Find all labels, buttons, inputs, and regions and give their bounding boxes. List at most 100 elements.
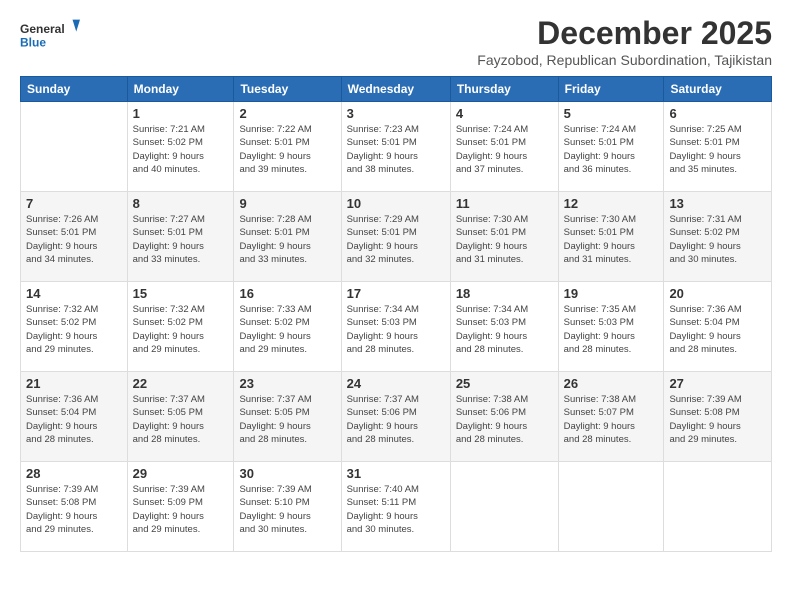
day-info: Sunrise: 7:36 AM Sunset: 5:04 PM Dayligh…	[669, 303, 766, 356]
day-number: 25	[456, 376, 553, 391]
day-cell: 31Sunrise: 7:40 AM Sunset: 5:11 PM Dayli…	[341, 462, 450, 552]
day-info: Sunrise: 7:21 AM Sunset: 5:02 PM Dayligh…	[133, 123, 229, 176]
day-cell	[450, 462, 558, 552]
page: General Blue December 2025 Fayzobod, Rep…	[0, 0, 792, 612]
day-number: 15	[133, 286, 229, 301]
day-info: Sunrise: 7:39 AM Sunset: 5:08 PM Dayligh…	[26, 483, 122, 536]
subtitle: Fayzobod, Republican Subordination, Taji…	[477, 52, 772, 68]
day-number: 26	[564, 376, 659, 391]
day-number: 19	[564, 286, 659, 301]
day-number: 12	[564, 196, 659, 211]
day-info: Sunrise: 7:39 AM Sunset: 5:10 PM Dayligh…	[239, 483, 335, 536]
day-info: Sunrise: 7:32 AM Sunset: 5:02 PM Dayligh…	[133, 303, 229, 356]
day-info: Sunrise: 7:22 AM Sunset: 5:01 PM Dayligh…	[239, 123, 335, 176]
day-info: Sunrise: 7:37 AM Sunset: 5:05 PM Dayligh…	[239, 393, 335, 446]
day-info: Sunrise: 7:33 AM Sunset: 5:02 PM Dayligh…	[239, 303, 335, 356]
weekday-header-wednesday: Wednesday	[341, 77, 450, 102]
weekday-header-monday: Monday	[127, 77, 234, 102]
day-cell: 4 Sunrise: 7:24 AM Sunset: 5:01 PM Daylig…	[450, 102, 558, 192]
day-cell: 25 Sunrise: 7:38 AM Sunset: 5:06 PM Dayli…	[450, 372, 558, 462]
day-cell	[558, 462, 664, 552]
svg-text:General: General	[20, 22, 65, 36]
day-number: 30	[239, 466, 335, 481]
day-cell: 22 Sunrise: 7:37 AM Sunset: 5:05 PM Dayli…	[127, 372, 234, 462]
week-row-2: 7 Sunrise: 7:26 AM Sunset: 5:01 PM Daylig…	[21, 192, 772, 282]
day-info: Sunrise: 7:23 AM Sunset: 5:01 PM Dayligh…	[347, 123, 445, 176]
month-title: December 2025	[477, 15, 772, 52]
day-number: 4	[456, 106, 553, 121]
day-number: 11	[456, 196, 553, 211]
day-info: Sunrise: 7:31 AM Sunset: 5:02 PM Dayligh…	[669, 213, 766, 266]
day-cell: 8 Sunrise: 7:27 AM Sunset: 5:01 PM Daylig…	[127, 192, 234, 282]
day-info: Sunrise: 7:37 AM Sunset: 5:05 PM Dayligh…	[133, 393, 229, 446]
day-info: Sunrise: 7:27 AM Sunset: 5:01 PM Dayligh…	[133, 213, 229, 266]
day-number: 23	[239, 376, 335, 391]
day-number: 7	[26, 196, 122, 211]
header: General Blue December 2025 Fayzobod, Rep…	[20, 15, 772, 68]
day-cell: 20 Sunrise: 7:36 AM Sunset: 5:04 PM Dayli…	[664, 282, 772, 372]
day-info: Sunrise: 7:28 AM Sunset: 5:01 PM Dayligh…	[239, 213, 335, 266]
day-info: Sunrise: 7:24 AM Sunset: 5:01 PM Dayligh…	[564, 123, 659, 176]
day-number: 24	[347, 376, 445, 391]
week-row-1: 1 Sunrise: 7:21 AM Sunset: 5:02 PM Daylig…	[21, 102, 772, 192]
day-cell: 23 Sunrise: 7:37 AM Sunset: 5:05 PM Dayli…	[234, 372, 341, 462]
day-number: 21	[26, 376, 122, 391]
day-info: Sunrise: 7:26 AM Sunset: 5:01 PM Dayligh…	[26, 213, 122, 266]
day-number: 20	[669, 286, 766, 301]
day-cell: 18Sunrise: 7:34 AM Sunset: 5:03 PM Dayli…	[450, 282, 558, 372]
logo: General Blue	[20, 15, 80, 55]
day-info: Sunrise: 7:25 AM Sunset: 5:01 PM Dayligh…	[669, 123, 766, 176]
logo-svg: General Blue	[20, 15, 80, 55]
day-info: Sunrise: 7:32 AM Sunset: 5:02 PM Dayligh…	[26, 303, 122, 356]
day-cell: 29 Sunrise: 7:39 AM Sunset: 5:09 PM Dayli…	[127, 462, 234, 552]
title-block: December 2025 Fayzobod, Republican Subor…	[477, 15, 772, 68]
day-cell	[21, 102, 128, 192]
day-info: Sunrise: 7:35 AM Sunset: 5:03 PM Dayligh…	[564, 303, 659, 356]
day-cell: 30 Sunrise: 7:39 AM Sunset: 5:10 PM Dayli…	[234, 462, 341, 552]
day-info: Sunrise: 7:34 AM Sunset: 5:03 PM Dayligh…	[347, 303, 445, 356]
day-number: 8	[133, 196, 229, 211]
day-cell: 3Sunrise: 7:23 AM Sunset: 5:01 PM Daylig…	[341, 102, 450, 192]
day-info: Sunrise: 7:24 AM Sunset: 5:01 PM Dayligh…	[456, 123, 553, 176]
day-cell: 13 Sunrise: 7:31 AM Sunset: 5:02 PM Dayli…	[664, 192, 772, 282]
day-number: 28	[26, 466, 122, 481]
day-number: 16	[239, 286, 335, 301]
day-cell: 28 Sunrise: 7:39 AM Sunset: 5:08 PM Dayli…	[21, 462, 128, 552]
day-cell: 21Sunrise: 7:36 AM Sunset: 5:04 PM Dayli…	[21, 372, 128, 462]
day-number: 14	[26, 286, 122, 301]
day-number: 13	[669, 196, 766, 211]
day-number: 6	[669, 106, 766, 121]
day-number: 2	[239, 106, 335, 121]
weekday-header-friday: Friday	[558, 77, 664, 102]
day-cell: 15 Sunrise: 7:32 AM Sunset: 5:02 PM Dayli…	[127, 282, 234, 372]
day-cell: 27 Sunrise: 7:39 AM Sunset: 5:08 PM Dayli…	[664, 372, 772, 462]
week-row-4: 21Sunrise: 7:36 AM Sunset: 5:04 PM Dayli…	[21, 372, 772, 462]
day-number: 1	[133, 106, 229, 121]
day-info: Sunrise: 7:30 AM Sunset: 5:01 PM Dayligh…	[564, 213, 659, 266]
weekday-header-tuesday: Tuesday	[234, 77, 341, 102]
day-number: 9	[239, 196, 335, 211]
weekday-header-sunday: Sunday	[21, 77, 128, 102]
day-info: Sunrise: 7:39 AM Sunset: 5:09 PM Dayligh…	[133, 483, 229, 536]
svg-text:Blue: Blue	[20, 36, 46, 50]
day-cell	[664, 462, 772, 552]
day-cell: 2 Sunrise: 7:22 AM Sunset: 5:01 PM Daylig…	[234, 102, 341, 192]
day-number: 29	[133, 466, 229, 481]
weekday-header-row: SundayMondayTuesdayWednesdayThursdayFrid…	[21, 77, 772, 102]
day-cell: 9 Sunrise: 7:28 AM Sunset: 5:01 PM Daylig…	[234, 192, 341, 282]
day-number: 17	[347, 286, 445, 301]
day-info: Sunrise: 7:30 AM Sunset: 5:01 PM Dayligh…	[456, 213, 553, 266]
day-number: 27	[669, 376, 766, 391]
day-number: 22	[133, 376, 229, 391]
day-cell: 24Sunrise: 7:37 AM Sunset: 5:06 PM Dayli…	[341, 372, 450, 462]
day-cell: 11 Sunrise: 7:30 AM Sunset: 5:01 PM Dayli…	[450, 192, 558, 282]
week-row-5: 28 Sunrise: 7:39 AM Sunset: 5:08 PM Dayli…	[21, 462, 772, 552]
day-number: 18	[456, 286, 553, 301]
day-info: Sunrise: 7:39 AM Sunset: 5:08 PM Dayligh…	[669, 393, 766, 446]
day-cell: 14 Sunrise: 7:32 AM Sunset: 5:02 PM Dayli…	[21, 282, 128, 372]
day-cell: 16 Sunrise: 7:33 AM Sunset: 5:02 PM Dayli…	[234, 282, 341, 372]
weekday-header-saturday: Saturday	[664, 77, 772, 102]
day-info: Sunrise: 7:38 AM Sunset: 5:06 PM Dayligh…	[456, 393, 553, 446]
day-info: Sunrise: 7:40 AM Sunset: 5:11 PM Dayligh…	[347, 483, 445, 536]
day-number: 5	[564, 106, 659, 121]
